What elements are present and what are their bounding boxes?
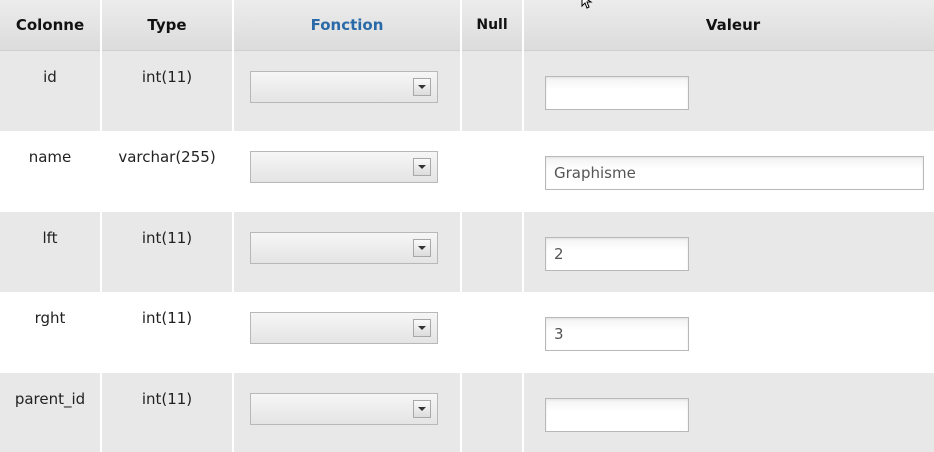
table-row-cell-null xyxy=(462,51,522,131)
column-header-fonction[interactable]: Fonction xyxy=(234,0,460,51)
table-row-cell-null xyxy=(462,212,522,292)
table-row-cell-type: int(11) xyxy=(102,373,232,452)
chevron-down-icon[interactable] xyxy=(413,78,431,96)
table-row-cell-valeur xyxy=(524,131,934,212)
insert-form-table: Colonne Type Fonction Null Valeur id int… xyxy=(0,0,934,452)
function-select[interactable] xyxy=(250,151,438,183)
column-header-null: Null xyxy=(462,0,522,51)
chevron-down-icon[interactable] xyxy=(413,239,431,257)
table-row-cell-fonction xyxy=(234,51,460,131)
table-row-cell-null xyxy=(462,373,522,452)
table-row-cell-fonction xyxy=(234,131,460,212)
table-row-cell-null xyxy=(462,131,522,212)
table-row-cell-fonction xyxy=(234,212,460,292)
table-row-cell-type: int(11) xyxy=(102,51,232,131)
table-row-cell-valeur xyxy=(524,212,934,292)
value-input-parent-id[interactable] xyxy=(545,398,689,432)
table-row-cell-type: int(11) xyxy=(102,212,232,292)
function-select[interactable] xyxy=(250,393,438,425)
column-header-colonne: Colonne xyxy=(0,0,100,51)
function-select[interactable] xyxy=(250,312,438,344)
value-input-lft[interactable] xyxy=(545,237,689,271)
table-row-cell-valeur xyxy=(524,51,934,131)
column-name: rght xyxy=(34,309,66,327)
column-type: int(11) xyxy=(141,68,193,86)
table-row-cell-type: varchar(255) xyxy=(102,131,232,212)
mouse-pointer-icon xyxy=(581,0,593,9)
chevron-down-icon[interactable] xyxy=(413,319,431,337)
column-name: parent_id xyxy=(14,390,86,408)
value-input-rght[interactable] xyxy=(545,317,689,351)
column-header-type: Type xyxy=(102,0,232,51)
column-type: varchar(255) xyxy=(118,148,216,166)
table-row-cell-colonne: lft xyxy=(0,212,100,292)
function-select[interactable] xyxy=(250,232,438,264)
column-type: int(11) xyxy=(141,229,193,247)
table-row-cell-colonne: parent_id xyxy=(0,373,100,452)
chevron-down-icon[interactable] xyxy=(413,400,431,418)
table-row-cell-null xyxy=(462,292,522,373)
column-name: name xyxy=(28,148,72,166)
table-row-cell-type: int(11) xyxy=(102,292,232,373)
table-row-cell-colonne: rght xyxy=(0,292,100,373)
chevron-down-icon[interactable] xyxy=(413,158,431,176)
table-row-cell-colonne: name xyxy=(0,131,100,212)
column-name: id xyxy=(43,68,57,86)
column-name: lft xyxy=(42,229,58,247)
function-select[interactable] xyxy=(250,71,438,103)
table-row-cell-valeur xyxy=(524,373,934,452)
column-type: int(11) xyxy=(141,309,193,327)
value-input-name[interactable] xyxy=(545,156,924,190)
table-row-cell-valeur xyxy=(524,292,934,373)
value-input-id[interactable] xyxy=(545,76,689,110)
table-row-cell-colonne: id xyxy=(0,51,100,131)
column-type: int(11) xyxy=(141,390,193,408)
table-row-cell-fonction xyxy=(234,373,460,452)
table-row-cell-fonction xyxy=(234,292,460,373)
